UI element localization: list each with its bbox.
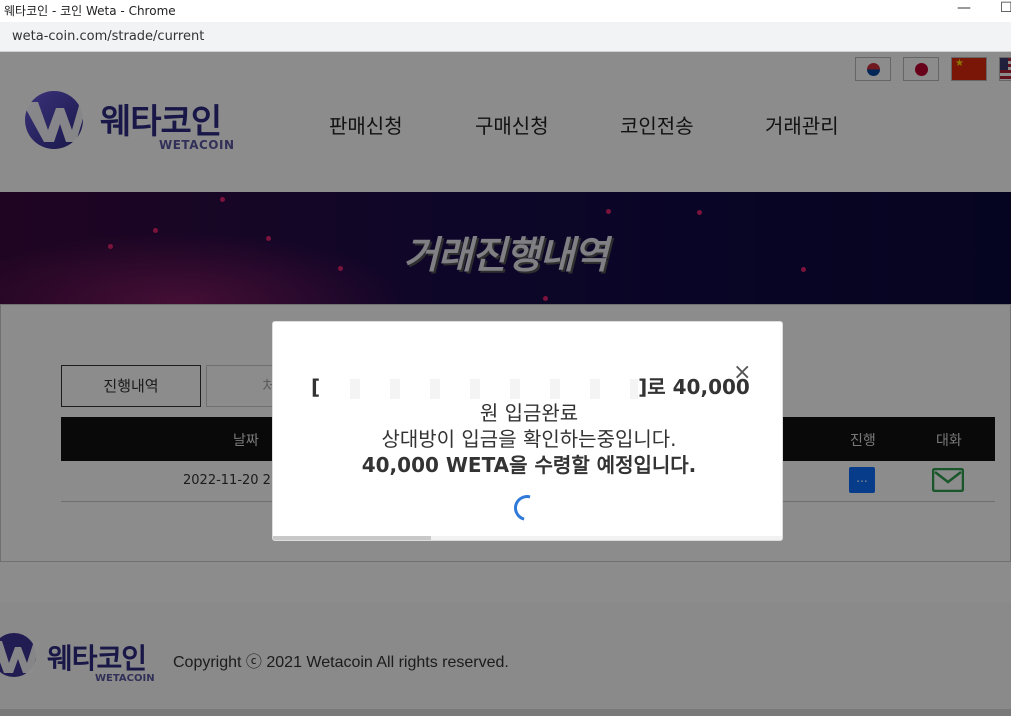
maximize-button[interactable]: ☐ xyxy=(1000,0,1011,16)
address-bar[interactable]: weta-coin.com/strade/current xyxy=(0,22,1011,52)
modal-line-4: 40,000 WETA을 수령할 예정입니다. xyxy=(361,453,697,477)
modal-timer-fill xyxy=(273,536,432,540)
modal-line-2: 원 입금완료 xyxy=(479,401,579,425)
url-text[interactable]: weta-coin.com/strade/current xyxy=(12,29,204,44)
browser-title-bar: 웨타코인 - 코인 Weta - Chrome — ☐ xyxy=(0,0,1011,22)
modal-message: []로 40,000 원 입금완료 상대방이 입금을 확인하는중입니다. 40,… xyxy=(301,374,757,478)
modal-line-3: 상대방이 입금을 확인하는중입니다. xyxy=(381,427,677,451)
modal-line-1: []로 40,000 xyxy=(311,375,750,399)
loading-spinner-icon xyxy=(509,490,545,526)
masked-account xyxy=(320,378,639,399)
deposit-status-modal: × []로 40,000 원 입금완료 상대방이 입금을 확인하는중입니다. 4… xyxy=(272,321,783,541)
minimize-button[interactable]: — xyxy=(957,0,971,16)
modal-timer-bar xyxy=(273,536,782,540)
window-title: 웨타코인 - 코인 Weta - Chrome xyxy=(4,4,176,18)
